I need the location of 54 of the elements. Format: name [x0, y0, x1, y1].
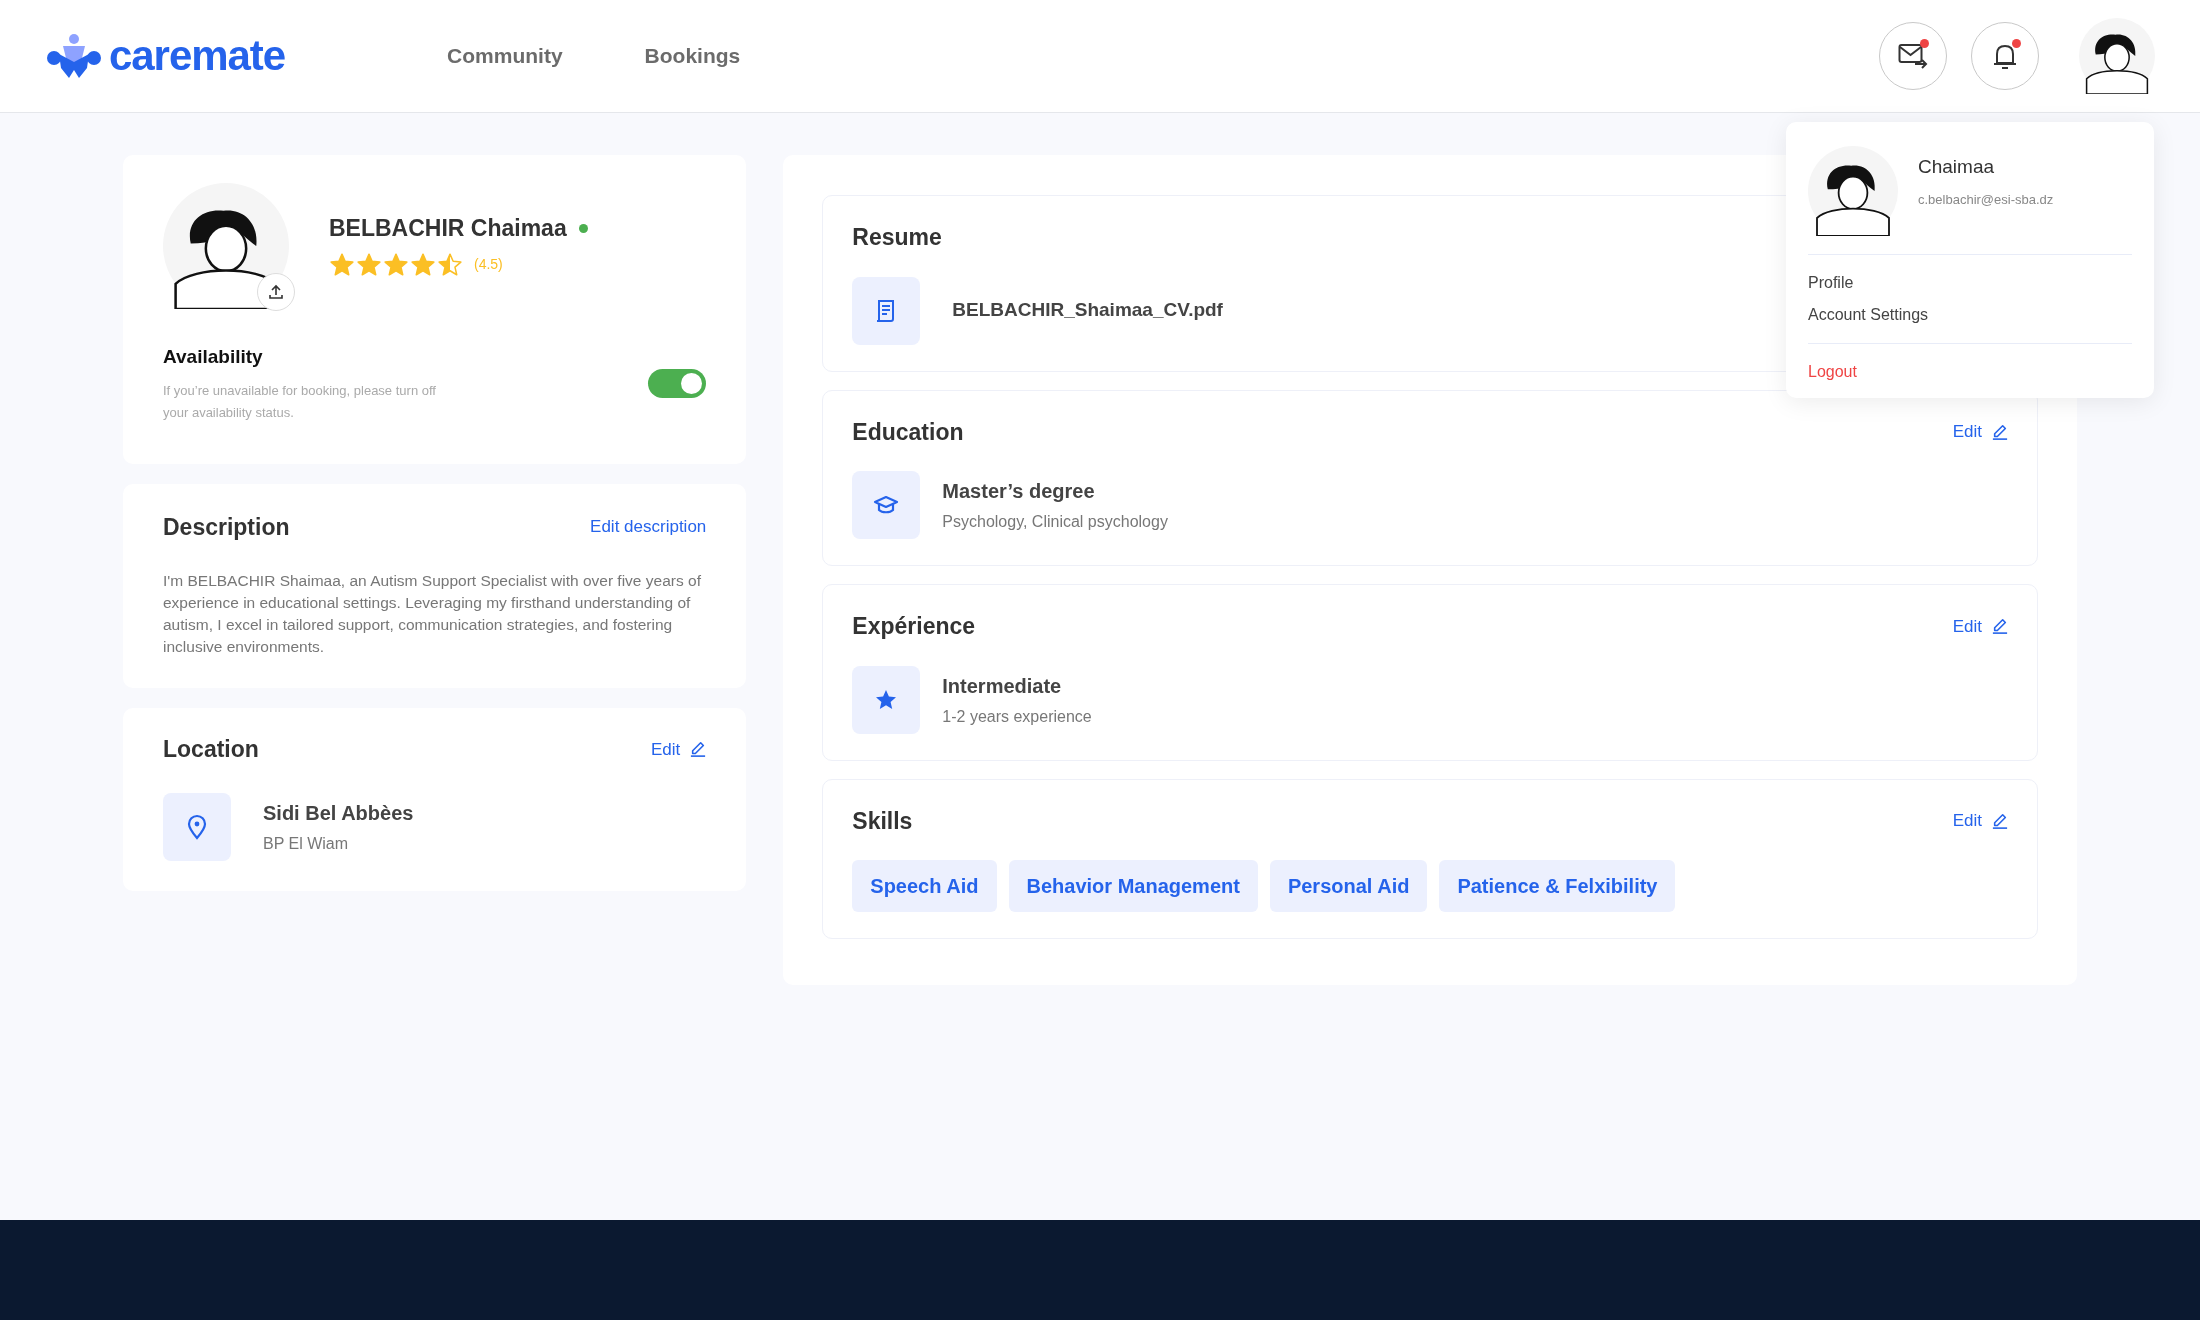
section-title: Education: [852, 417, 964, 447]
availability-hint: If you’re unavailable for booking, please turn off your availability status.: [163, 381, 437, 422]
availability-title: Availability: [163, 345, 264, 369]
avatar-icon: [1808, 146, 1898, 236]
experience-secondary: 1-2 years experience: [942, 706, 1092, 727]
education-secondary: Psychology, Clinical psychology: [942, 512, 1168, 532]
menu-item[interactable]: Account Settings: [1808, 303, 2132, 327]
star-icon: [356, 251, 382, 278]
star-icon: [437, 251, 463, 278]
education-primary: Master’s degree: [942, 479, 1096, 504]
rating-value: (4.5): [474, 255, 503, 274]
menu-user-email: c.belbachir@esi-sba.dz: [1918, 190, 2054, 209]
pencil-icon: [1992, 618, 2008, 635]
location-secondary: BP El Wiam: [263, 833, 350, 854]
description-text: I'm BELBACHIR Shaimaa, an Autism Support Specialist with over five years of experience in educational settings. Leveraging my firsthand understanding of autism, I excel in tailored support, communication strategies, and fostering inclusive environments.: [163, 571, 702, 657]
skill-tag: Speech Aid: [852, 860, 997, 912]
star-icon: [383, 251, 409, 278]
upload-icon: [268, 284, 284, 300]
location-pin-icon: [186, 813, 208, 840]
section-title: Location: [163, 735, 259, 764]
experience-primary: Intermediate: [942, 673, 1063, 699]
nav-link[interactable]: Bookings: [644, 40, 741, 72]
menu-item[interactable]: Profile: [1808, 271, 2132, 295]
availability-toggle[interactable]: [648, 368, 707, 398]
logout-link[interactable]: Logout: [1808, 360, 2132, 384]
star-icon: [329, 251, 355, 278]
nav-link[interactable]: Community: [447, 40, 563, 72]
pencil-icon: [1992, 812, 2008, 829]
star-icon: [410, 251, 436, 278]
edit-link[interactable]: Edit description: [590, 514, 707, 540]
skill-tag: Patience & Felxibility: [1439, 860, 1676, 912]
resume-file[interactable]: BELBACHIR_Shaimaa_CV.pdf: [952, 296, 1223, 325]
edit-link[interactable]: Edit: [651, 736, 707, 762]
skill-tag: Behavior Management: [1008, 860, 1258, 912]
section-title: Resume: [852, 223, 942, 252]
edit-link[interactable]: Edit: [1952, 613, 2008, 639]
pencil-icon: [690, 741, 707, 758]
section-title: Skills: [852, 806, 913, 836]
logo-text: caremate: [109, 35, 286, 77]
skill-tag: Personal Aid: [1269, 860, 1428, 912]
edit-link[interactable]: Edit: [1952, 419, 2008, 445]
section-title: Expérience: [852, 612, 976, 641]
mail-icon: [1898, 43, 1928, 69]
location-primary: Sidi Bel Abbèes: [263, 800, 414, 826]
logo-icon: [45, 32, 103, 80]
menu-user-name: Chaimaa: [1918, 155, 1996, 179]
upload-button[interactable]: [257, 273, 295, 311]
profile-name: BELBACHIR Chaimaa: [329, 214, 567, 243]
edit-link[interactable]: Edit: [1952, 808, 2008, 834]
pencil-icon: [1992, 423, 2008, 440]
avatar-icon[interactable]: [2079, 18, 2155, 94]
section-title: Description: [163, 512, 290, 542]
avatar-icon: [163, 183, 289, 309]
graduation-cap-icon: [873, 494, 900, 516]
